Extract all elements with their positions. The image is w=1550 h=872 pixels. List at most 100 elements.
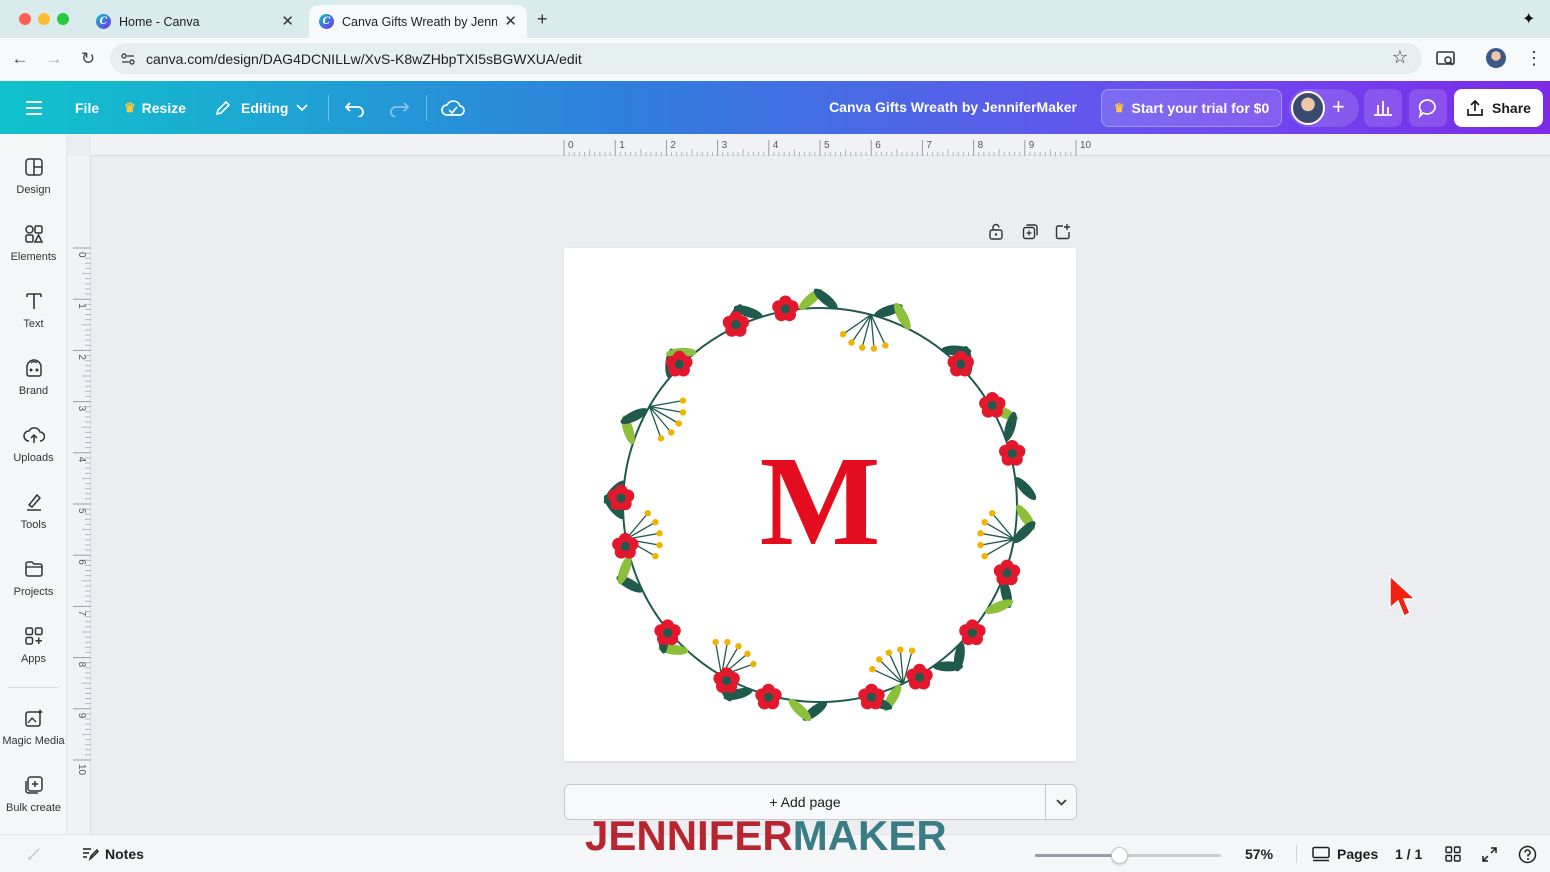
site-settings-icon[interactable]: [120, 51, 136, 67]
start-trial-button[interactable]: ♛ Start your trial for $0: [1101, 89, 1282, 127]
trial-label: Start your trial for $0: [1131, 100, 1270, 116]
pages-button[interactable]: Pages: [1312, 835, 1378, 872]
rail-label: Brand: [18, 385, 49, 397]
insights-button[interactable]: [1364, 89, 1402, 127]
chevron-down-icon: [296, 103, 309, 111]
apps-icon: [24, 627, 43, 645]
user-avatar[interactable]: [1291, 91, 1325, 125]
rail-item-projects[interactable]: Projects: [0, 550, 67, 610]
notes-button[interactable]: Notes: [81, 835, 144, 872]
page-counter: 1 / 1: [1395, 846, 1423, 862]
chevron-down-icon: [1055, 798, 1067, 806]
tools-icon: [26, 493, 41, 511]
resize-button[interactable]: ♛ Resize: [124, 81, 186, 134]
vertical-ruler: 0 1 2 3 4 5 6 7 8 9 10: [67, 156, 91, 834]
wreath-flower: [755, 683, 782, 710]
design-page[interactable]: M: [564, 248, 1076, 761]
comments-button[interactable]: [1409, 89, 1447, 127]
notes-icon: [83, 848, 99, 861]
forward-arrow-icon[interactable]: →: [43, 48, 65, 70]
share-button[interactable]: Share: [1454, 89, 1543, 127]
fullscreen-icon[interactable]: [1481, 835, 1498, 872]
maximize-window-button[interactable]: [57, 13, 69, 25]
comment-icon: [1418, 99, 1436, 118]
add-page-options-button[interactable]: [1045, 784, 1077, 820]
file-menu-button[interactable]: File: [75, 81, 99, 134]
editing-mode-button[interactable]: Editing: [214, 81, 309, 134]
wreath-leaf: [933, 661, 963, 672]
profile-avatar[interactable]: [1486, 48, 1506, 68]
browser-tab-bar: C Home - Canva ✕ C Canva Gifts Wreath by…: [0, 0, 1550, 38]
zoom-slider-fill: [1035, 854, 1119, 857]
tab-title: Home - Canva: [119, 14, 200, 29]
notes-label: Notes: [105, 846, 144, 862]
pages-icon: [1312, 846, 1330, 862]
rail-item-apps[interactable]: Apps: [0, 617, 67, 677]
rail-item-bulk-create[interactable]: Bulk create: [0, 766, 67, 826]
rail-item-tools[interactable]: Tools: [0, 483, 67, 543]
tab-canva-gifts-wreath[interactable]: C Canva Gifts Wreath by Jennif ✕: [309, 5, 527, 38]
zoom-slider[interactable]: [1035, 847, 1221, 864]
uploads-icon: [22, 427, 45, 443]
lock-page-icon[interactable]: [986, 221, 1006, 241]
close-window-button[interactable]: [19, 13, 31, 25]
tab-home-canva[interactable]: C Home - Canva ✕: [86, 5, 304, 38]
share-label: Share: [1492, 100, 1531, 116]
rail-item-brand[interactable]: Brand: [0, 349, 67, 409]
cloud-saved-icon[interactable]: [441, 81, 465, 134]
duplicate-page-icon[interactable]: [1020, 221, 1040, 241]
back-arrow-icon[interactable]: ←: [9, 48, 31, 70]
rail-label: Text: [23, 318, 44, 330]
brand-icon: [25, 359, 42, 377]
main-menu-icon[interactable]: [24, 81, 44, 134]
zoom-percentage[interactable]: 57%: [1245, 835, 1273, 872]
ruler-label: 10: [76, 764, 87, 776]
header-divider: [426, 95, 427, 121]
gemini-sparkle-icon[interactable]: ✦: [1522, 9, 1535, 29]
rail-item-elements[interactable]: Elements: [0, 215, 67, 275]
ruler-ticks: 012345678910: [73, 247, 91, 776]
rail-item-design[interactable]: Design: [0, 148, 67, 208]
rail-item-text[interactable]: Text: [0, 282, 67, 342]
design-icon: [24, 158, 43, 176]
cast-icon[interactable]: [1436, 50, 1456, 68]
close-tab-icon[interactable]: ✕: [281, 12, 294, 30]
ruler-label: 4: [773, 140, 779, 151]
watermark-part-jennifer: JENNIFER: [585, 812, 793, 859]
help-icon[interactable]: [1518, 835, 1537, 872]
rail-item-uploads[interactable]: Uploads: [0, 416, 67, 476]
wreath-berry-sprig: [648, 397, 687, 442]
ruler-label: 7: [926, 140, 932, 151]
ruler-label: 8: [978, 140, 984, 151]
address-bar[interactable]: canva.com/design/DAG4DCNILLw/XvS-K8wZHbp…: [110, 43, 1422, 74]
side-rail: Design Elements Text Brand Uploads Tools…: [0, 134, 67, 834]
redo-icon[interactable]: [388, 81, 410, 134]
monogram-text[interactable]: M: [564, 436, 1076, 566]
ruler-label: 6: [875, 140, 881, 151]
canva-favicon-icon: C: [319, 14, 334, 29]
reload-icon[interactable]: ↻: [77, 48, 99, 70]
magic-media-icon: [24, 709, 43, 727]
ruler-label: 2: [670, 140, 676, 151]
hide-panel-icon[interactable]: [26, 835, 42, 872]
design-title[interactable]: Canva Gifts Wreath by JenniferMaker: [829, 99, 1077, 115]
wreath-flower: [959, 619, 986, 646]
pages-label: Pages: [1337, 846, 1379, 862]
wreath-berry-sprig: [712, 638, 757, 677]
undo-icon[interactable]: [344, 81, 366, 134]
add-page-share-icon[interactable]: [1053, 221, 1073, 241]
minimize-window-button[interactable]: [38, 13, 50, 25]
browser-menu-icon[interactable]: ⋮: [1525, 46, 1543, 70]
crown-icon: ♛: [124, 99, 136, 115]
ruler-label: 10: [1080, 140, 1092, 151]
grid-view-icon[interactable]: [1445, 835, 1461, 872]
zoom-slider-handle[interactable]: [1110, 847, 1128, 864]
rail-label: Apps: [20, 653, 47, 665]
add-collaborator-icon[interactable]: +: [1332, 95, 1345, 119]
rail-item-magic-media[interactable]: Magic Media: [0, 699, 67, 759]
rail-label: Uploads: [13, 452, 54, 464]
close-tab-icon[interactable]: ✕: [504, 12, 517, 30]
bookmark-star-icon[interactable]: ☆: [1392, 47, 1408, 68]
header-divider: [328, 95, 329, 121]
new-tab-button[interactable]: +: [537, 9, 548, 30]
